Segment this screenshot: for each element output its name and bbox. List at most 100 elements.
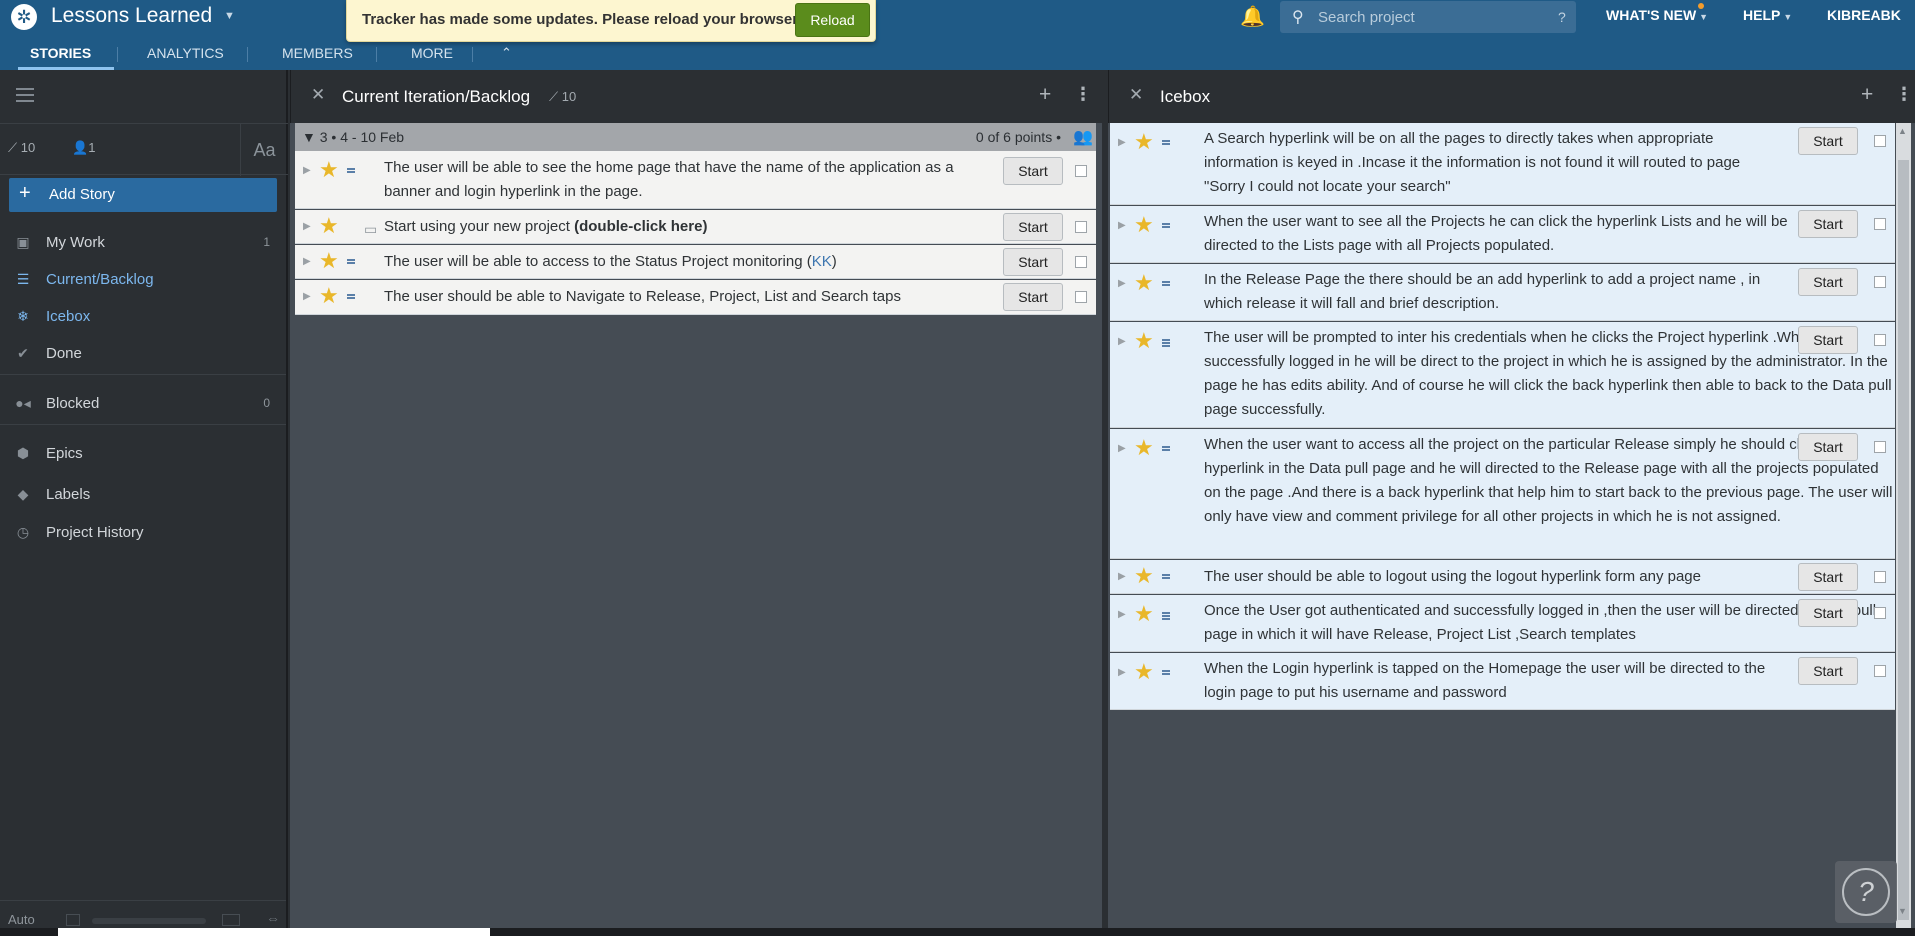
feature-star-icon: ★ [1134,129,1154,154]
zoom-out-icon[interactable] [66,914,80,926]
story-row[interactable]: ▶ ★ The user should be able to Navigate … [295,280,1096,315]
member-icon: 👤 [72,140,89,155]
search-input[interactable] [1318,6,1538,28]
story-row[interactable]: ▶ ★ The user should be able to logout us… [1110,560,1895,594]
expand-arrow-icon[interactable]: ▶ [1118,220,1126,231]
scroll-up-icon[interactable]: ▲ [1898,126,1907,136]
reload-button[interactable]: Reload [795,3,870,37]
start-button[interactable]: Start [1798,326,1858,354]
zoom-slider[interactable] [92,918,206,924]
story-checkbox[interactable] [1075,291,1087,303]
sidebar-item-my-work[interactable]: ▣ My Work 1 [0,228,286,258]
iteration-header[interactable]: ▼ 3 • 4 - 10 Feb 0 of 6 points • 👥 [295,123,1096,151]
start-button[interactable]: Start [1003,213,1063,241]
collapse-header-icon[interactable]: ⌃ [501,45,512,61]
story-checkbox[interactable] [1075,221,1087,233]
scroll-down-icon[interactable]: ▼ [1898,906,1907,916]
story-row[interactable]: ▶ ★ In the Release Page the there should… [1110,264,1895,321]
expand-arrow-icon[interactable]: ▶ [1118,336,1126,347]
start-button[interactable]: Start [1798,563,1858,591]
start-button[interactable]: Start [1003,283,1063,311]
help-chat-button[interactable]: ? [1835,861,1897,923]
start-button[interactable]: Start [1003,248,1063,276]
start-button[interactable]: Start [1003,157,1063,185]
tab-stories[interactable]: STORIES [30,45,91,61]
estimate-icon [1162,339,1170,348]
expand-arrow-icon[interactable]: ▶ [1118,137,1126,148]
help-menu[interactable]: HELP ▼ [1743,7,1792,23]
sidebar-item-labels[interactable]: ◆ Labels [0,480,286,510]
sidebar-item-blocked[interactable]: ●◂ Blocked 0 [0,389,286,419]
auto-zoom-label[interactable]: Auto [8,912,35,927]
story-row[interactable]: ▶ ★ When the user want to see all the Pr… [1110,206,1895,263]
feature-star-icon: ★ [1134,270,1154,295]
story-row[interactable]: ▶ ★ When the Login hyperlink is tapped o… [1110,653,1895,710]
close-icon[interactable]: ✕ [311,85,325,105]
story-row[interactable]: ▶ ★ The user will be able to see the hom… [295,151,1096,209]
start-button[interactable]: Start [1798,127,1858,155]
start-button[interactable]: Start [1798,599,1858,627]
start-button[interactable]: Start [1798,433,1858,461]
more-options-icon[interactable]: ⋮ [1895,84,1913,105]
expand-arrow-icon[interactable]: ▶ [303,165,311,176]
expand-arrow-icon[interactable]: ▶ [303,291,311,302]
search-help-icon[interactable]: ? [1558,9,1566,25]
sidebar-item-current-backlog[interactable]: ☰ Current/Backlog [0,265,286,295]
story-title: The user will be prompted to inter his c… [1204,329,1892,418]
zoom-in-icon[interactable] [222,914,240,926]
expand-sidebar-icon[interactable]: ⇔ [266,910,280,926]
story-row[interactable]: ▶ ★ The user will be prompted to inter h… [1110,322,1895,428]
story-row[interactable]: ▶ ★ When the user want to access all the… [1110,429,1895,559]
whats-new-menu[interactable]: WHAT'S NEW ▼ [1606,7,1708,23]
tab-analytics[interactable]: ANALYTICS [147,45,224,61]
expand-arrow-icon[interactable]: ▶ [1118,667,1126,678]
add-story-plus-icon[interactable]: + [1039,83,1051,107]
expand-arrow-icon[interactable]: ▶ [1118,609,1126,620]
expand-arrow-icon[interactable]: ▶ [1118,443,1126,454]
story-checkbox[interactable] [1874,665,1886,677]
sidebar-item-icebox[interactable]: ❄ Icebox [0,302,286,332]
start-button[interactable]: Start [1798,268,1858,296]
project-dropdown-caret-icon[interactable]: ▼ [224,10,235,22]
story-row[interactable]: ▶ ★ A Search hyperlink will be on all th… [1110,123,1895,205]
tab-more[interactable]: MORE [411,45,453,61]
story-checkbox[interactable] [1874,276,1886,288]
story-checkbox[interactable] [1874,218,1886,230]
story-row[interactable]: ▶ ★ ▭ Start using your new project (doub… [295,210,1096,244]
tracker-logo-icon[interactable]: ✲ [11,4,37,30]
expand-arrow-icon[interactable]: ▶ [1118,278,1126,289]
font-size-toggle-icon[interactable]: Aa [240,124,288,176]
add-story-plus-icon[interactable]: + [1861,83,1873,107]
more-options-icon[interactable]: ⋮ [1074,84,1092,105]
story-checkbox[interactable] [1874,135,1886,147]
story-checkbox[interactable] [1874,571,1886,583]
icebox-scrollbar-thumb[interactable] [1898,160,1909,920]
search-box[interactable]: ⚲ ? [1280,1,1576,33]
owner-initials[interactable]: KK [812,253,832,270]
expand-arrow-icon[interactable]: ▶ [1118,571,1126,582]
add-story-button[interactable]: + Add Story [9,178,277,212]
close-icon[interactable]: ✕ [1129,85,1143,105]
estimate-icon [347,259,355,268]
sidebar-item-epics[interactable]: ⬢ Epics [0,439,286,469]
user-menu[interactable]: KIBREABK [1827,7,1901,23]
story-checkbox[interactable] [1874,441,1886,453]
tab-members[interactable]: MEMBERS [282,45,353,61]
hamburger-menu-icon[interactable] [16,88,34,102]
project-name[interactable]: Lessons Learned [51,4,212,28]
bell-icon[interactable]: 🔔 [1240,4,1265,29]
story-checkbox[interactable] [1874,334,1886,346]
expand-arrow-icon[interactable]: ▶ [303,256,311,267]
sidebar-item-project-history[interactable]: ◷ Project History [0,518,286,548]
sidebar-item-done[interactable]: ✔ Done [0,339,286,369]
start-button[interactable]: Start [1798,657,1858,685]
start-button[interactable]: Start [1798,210,1858,238]
expand-arrow-icon[interactable]: ▶ [303,221,311,232]
story-checkbox[interactable] [1075,256,1087,268]
story-title: The user will be able to access to the S… [384,250,984,274]
story-row[interactable]: ▶ ★ Once the User got authenticated and … [1110,595,1895,652]
story-checkbox[interactable] [1874,607,1886,619]
story-checkbox[interactable] [1075,165,1087,177]
story-row[interactable]: ▶ ★ The user will be able to access to t… [295,245,1096,279]
panel-title: Icebox [1160,87,1211,106]
